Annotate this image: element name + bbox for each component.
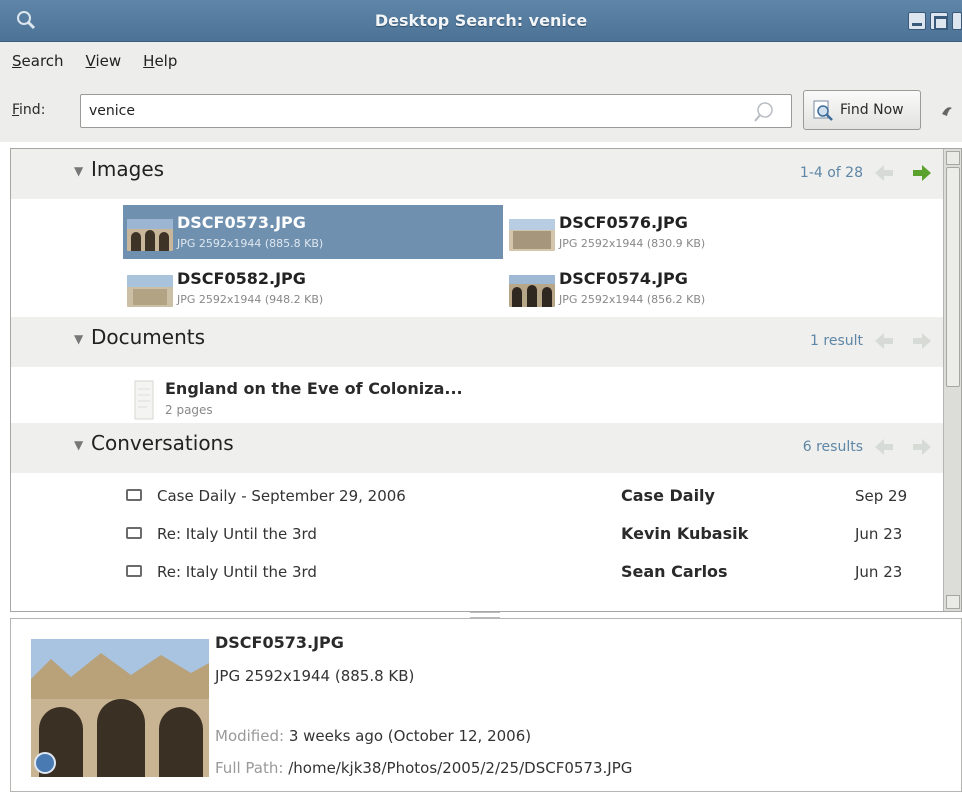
preview-image[interactable] [31,639,209,777]
conversation-row[interactable]: Re: Italy Until the 3rd Kevin Kubasik Ju… [11,515,943,553]
conversation-subject: Re: Italy Until the 3rd [157,563,317,581]
menu-search[interactable]: Search [12,52,64,70]
collapse-triangle-icon[interactable]: ▼ [74,164,83,178]
category-name: Documents [91,325,206,349]
menu-bar: Search View Help [0,42,962,80]
menu-view[interactable]: View [86,52,122,70]
conversation-date: Jun 23 [855,563,903,581]
image-thumbnail [127,219,173,251]
close-button[interactable] [952,12,962,30]
find-now-icon [813,100,833,121]
conversation-subject: Re: Italy Until the 3rd [157,525,317,543]
scroll-up-button[interactable] [946,151,960,165]
next-page-icon[interactable] [911,437,933,457]
results-pane[interactable]: ▼ Images 1-4 of 28 DSCF0573.JPG JPG 2592… [10,148,962,612]
images-header[interactable]: ▼ Images 1-4 of 28 [11,149,943,199]
image-meta: JPG 2592x1944 (948.2 KB) [177,293,324,306]
conversations-header[interactable]: ▼ Conversations 6 results [11,423,943,473]
result-count: 1 result [810,333,863,349]
image-thumbnail [127,275,173,307]
image-thumbnail [509,219,555,251]
conversation-sender: Case Daily [621,486,715,505]
minimize-button[interactable] [908,12,926,30]
modified-value: 3 weeks ago (October 12, 2006) [288,727,532,745]
collapse-triangle-icon[interactable]: ▼ [74,438,83,452]
image-meta: JPG 2592x1944 (830.9 KB) [559,237,706,250]
mail-icon [126,527,142,539]
search-input[interactable] [80,94,792,128]
conversation-subject: Case Daily - September 29, 2006 [157,487,406,505]
next-page-icon[interactable] [911,163,933,183]
image-result[interactable]: DSCF0582.JPG JPG 2592x1944 (948.2 KB) [123,261,503,315]
prev-page-icon[interactable] [873,163,895,183]
find-now-button[interactable]: Find Now [803,90,921,130]
mail-icon [126,489,142,501]
search-icon[interactable] [752,100,776,124]
image-filename: DSCF0574.JPG [559,269,688,288]
image-filename: DSCF0576.JPG [559,213,688,232]
category-name: Conversations [91,431,234,455]
image-thumbnail [509,275,555,307]
documents-header[interactable]: ▼ Documents 1 result [11,317,943,367]
find-now-label: Find Now [840,102,904,118]
image-filename: DSCF0573.JPG [177,213,306,232]
mail-icon [126,565,142,577]
modified-label: Modified: [215,727,285,745]
image-result[interactable]: DSCF0574.JPG JPG 2592x1944 (856.2 KB) [505,261,885,315]
preview-path: Full Path: /home/kjk38/Photos/2005/2/25/… [215,759,632,777]
image-result[interactable]: DSCF0576.JPG JPG 2592x1944 (830.9 KB) [505,205,885,259]
collapse-triangle-icon[interactable]: ▼ [74,332,83,346]
category-name: Images [91,157,165,181]
result-count: 1-4 of 28 [799,165,863,181]
window-controls [908,12,962,30]
maximize-button[interactable] [930,12,948,30]
path-value[interactable]: /home/kjk38/Photos/2005/2/25/DSCF0573.JP… [288,759,632,777]
menu-help[interactable]: Help [143,52,177,70]
preview-modified: Modified: 3 weeks ago (October 12, 2006) [215,727,531,745]
window-title: Desktop Search: venice [374,11,588,30]
document-result[interactable]: England on the Eve of Coloniza... 2 page… [131,373,631,429]
document-icon [134,380,154,420]
result-count: 6 results [802,439,863,455]
preview-filename: DSCF0573.JPG [215,633,344,652]
image-filename: DSCF0582.JPG [177,269,306,288]
next-page-icon[interactable] [911,331,933,351]
prev-page-icon[interactable] [873,331,895,351]
image-meta: JPG 2592x1944 (885.8 KB) [177,237,324,250]
prev-page-icon[interactable] [873,437,895,457]
conversation-sender: Sean Carlos [621,562,728,581]
conversation-date: Jun 23 [855,525,903,543]
scroll-down-button[interactable] [946,595,960,609]
conversation-row[interactable]: Case Daily - September 29, 2006 Case Dai… [11,477,943,515]
image-result[interactable]: DSCF0573.JPG JPG 2592x1944 (885.8 KB) [123,205,503,259]
conversation-sender: Kevin Kubasik [621,524,749,543]
find-label: Find: [12,102,46,118]
title-bar: Desktop Search: venice [0,0,962,42]
document-pages: 2 pages [165,403,213,417]
conversation-date: Sep 29 [855,487,908,505]
preview-meta: JPG 2592x1944 (885.8 KB) [215,667,415,685]
path-label: Full Path: [215,759,284,777]
image-meta: JPG 2592x1944 (856.2 KB) [559,293,706,306]
scroll-thumb[interactable] [946,167,960,387]
preview-pane: DSCF0573.JPG JPG 2592x1944 (885.8 KB) Mo… [10,618,962,792]
find-bar: Find: Find Now [0,80,962,142]
activity-icon [942,107,952,116]
document-title: England on the Eve of Coloniza... [165,379,463,398]
conversation-row[interactable]: Re: Italy Until the 3rd Sean Carlos Jun … [11,553,943,591]
results-scrollbar[interactable] [943,149,961,611]
